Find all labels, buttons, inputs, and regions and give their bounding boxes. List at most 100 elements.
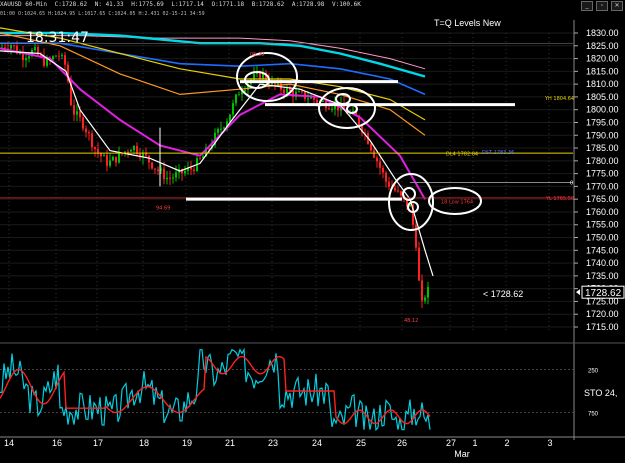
price-chart[interactable]: YH 1804.64 DL4 1782.84 DST 1783.36 0 YL 1765…: [0, 0, 625, 463]
candle-body: [118, 152, 120, 163]
candle-body: [328, 108, 330, 110]
candle-body: [331, 108, 333, 110]
price-tick-label: 1765.00: [586, 194, 619, 204]
candle-body: [169, 177, 171, 179]
candle-body: [388, 181, 390, 187]
sto-label: STO 24,: [584, 388, 617, 398]
candle-body: [421, 280, 423, 301]
price-tick-label: 1790.00: [586, 130, 619, 140]
candle-body: [286, 88, 288, 94]
candle-body: [424, 297, 426, 301]
price-tick-label: 1720.00: [586, 309, 619, 319]
date-label: 3: [547, 438, 552, 448]
date-label: 1: [472, 438, 477, 448]
price-tick-label: 1795.00: [586, 117, 619, 127]
price-tick-label: 1805.00: [586, 92, 619, 102]
date-label: 27: [446, 438, 456, 448]
candle-body: [82, 117, 84, 129]
sto-tick-label: 250: [588, 369, 599, 375]
candle-body: [199, 158, 201, 160]
candle-body: [10, 45, 12, 49]
price-tick-label: 1785.00: [586, 143, 619, 153]
candle-body: [400, 191, 402, 196]
candle-body: [103, 155, 105, 157]
candle-body: [64, 55, 66, 65]
candle-body: [184, 170, 186, 174]
candle-body: [133, 145, 135, 151]
candle-body: [280, 81, 282, 90]
candle-body: [154, 168, 156, 170]
candle-body: [112, 156, 114, 161]
candle-body: [106, 155, 108, 166]
white-ma: [0, 50, 434, 277]
trading-chart-window: XAUUSD 60-Min C:1728.62 N: 41.33 H:1775.…: [0, 0, 625, 463]
candle-body: [97, 149, 99, 154]
candle-body: [316, 99, 318, 103]
date-label: 19: [182, 438, 192, 448]
candle-body: [301, 91, 303, 93]
candle-body: [61, 55, 63, 57]
price-tick-label: 1780.00: [586, 156, 619, 166]
point-label: 94.69: [156, 205, 170, 211]
candle-body: [148, 155, 150, 163]
candle-body: [163, 168, 165, 180]
candle-body: [376, 157, 378, 162]
price-tick-label: 1825.00: [586, 41, 619, 51]
candle-body: [13, 45, 15, 47]
candle-body: [193, 169, 195, 171]
candle-body: [94, 147, 96, 150]
candle-body: [91, 133, 93, 148]
candle-body: [418, 247, 420, 281]
candle-body: [88, 132, 90, 134]
blue-ma: [0, 42, 426, 96]
chart-title: T=Q Levels New: [434, 18, 501, 28]
price-tick-label: 1745.00: [586, 245, 619, 255]
candle-body: [127, 151, 129, 153]
price-callout: < 1728.62: [483, 289, 524, 299]
candle-body: [157, 169, 159, 171]
sto-tick-label: 750: [588, 412, 599, 418]
candle-body: [379, 161, 381, 168]
candle-body: [223, 127, 225, 129]
candle-body: [46, 58, 48, 66]
point-label: 05.29: [250, 52, 264, 58]
candle-body: [151, 162, 153, 169]
session-clock: 18:31:47: [26, 30, 89, 46]
date-label: 24: [312, 438, 322, 448]
candle-body: [109, 160, 111, 166]
candle-body: [370, 144, 372, 151]
candle-body: [55, 55, 57, 57]
point-label: 48.12: [404, 318, 418, 324]
date-label: 25: [356, 438, 366, 448]
candle-body: [76, 111, 78, 115]
price-tick-label: 1770.00: [586, 181, 619, 191]
price-tick-label: 1750.00: [586, 233, 619, 243]
price-tick-label: 1815.00: [586, 66, 619, 76]
candle-body: [79, 111, 81, 118]
date-label: 23: [268, 438, 278, 448]
candle-body: [85, 128, 87, 133]
candle-body: [58, 55, 60, 57]
date-label: 26: [397, 438, 407, 448]
price-tick-label: 1760.00: [586, 207, 619, 217]
candle-body: [382, 167, 384, 173]
price-tick-label: 1740.00: [586, 258, 619, 268]
candle-body: [166, 177, 168, 180]
candle-body: [232, 103, 234, 115]
candle-body: [136, 145, 138, 154]
candle-body: [322, 101, 324, 103]
candle-body: [385, 172, 387, 182]
price-tick-label: 1800.00: [586, 105, 619, 115]
candle-body: [373, 150, 375, 158]
candle-body: [25, 58, 27, 61]
candle-body: [235, 94, 237, 104]
candle-body: [217, 128, 219, 133]
date-label: 2: [504, 438, 509, 448]
candle-body: [397, 190, 399, 192]
level-label: DL4 1782.84: [446, 152, 478, 158]
candle-body: [73, 105, 75, 115]
candle-body: [190, 167, 192, 170]
price-tick-label: 1775.00: [586, 169, 619, 179]
candle-body: [115, 156, 117, 163]
month-label: Mar: [454, 449, 470, 459]
